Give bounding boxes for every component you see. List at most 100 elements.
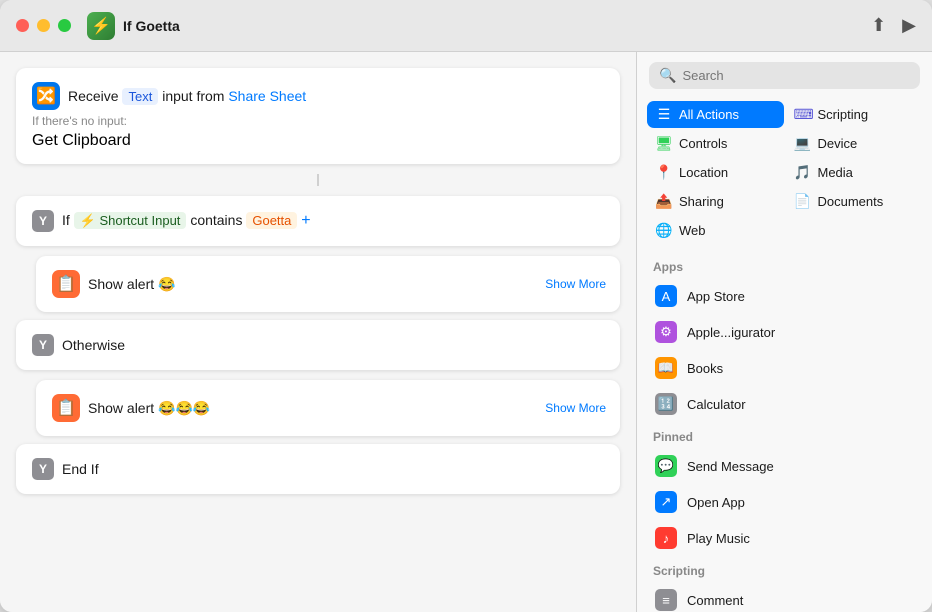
category-scripting[interactable]: ⌨ Scripting	[786, 101, 923, 128]
add-condition-button[interactable]: +	[301, 212, 310, 229]
sidebar-item-send-message[interactable]: 💬 Send Message	[645, 448, 924, 484]
search-bar: 🔍	[637, 52, 932, 97]
divider-1	[317, 174, 319, 186]
search-input[interactable]	[682, 68, 910, 83]
device-icon: 💻	[794, 135, 812, 152]
get-clipboard-link[interactable]: Get Clipboard	[32, 132, 131, 150]
close-button[interactable]	[16, 19, 29, 32]
end-if-icon: Y	[32, 458, 54, 480]
apps-section-label: Apps	[645, 252, 924, 278]
otherwise-icon: Y	[32, 334, 54, 356]
if-text: If ⚡ Shortcut Input contains Goetta +	[62, 212, 311, 230]
receive-card: 🔀 Receive Text input from Share Sheet If…	[16, 68, 620, 164]
category-documents[interactable]: 📄 Documents	[786, 188, 923, 215]
documents-label: Documents	[818, 194, 884, 209]
minimize-button[interactable]	[37, 19, 50, 32]
shortcut-input-badge[interactable]: ⚡ Shortcut Input	[74, 212, 187, 229]
calculator-icon: 🔢	[655, 393, 677, 415]
alert-2-icon: 📋	[52, 394, 80, 422]
maximize-button[interactable]	[58, 19, 71, 32]
if-icon: Y	[32, 210, 54, 232]
otherwise-card: Y Otherwise	[16, 320, 620, 370]
app-store-label: App Store	[687, 289, 745, 304]
apple-igurator-icon: ⚙	[655, 321, 677, 343]
books-icon: 📖	[655, 357, 677, 379]
run-button[interactable]: ▶	[902, 15, 916, 36]
app-icon: ⚡	[87, 12, 115, 40]
category-sharing[interactable]: 📤 Sharing	[647, 188, 784, 215]
search-input-wrap[interactable]: 🔍	[649, 62, 920, 89]
end-if-card: Y End If	[16, 444, 620, 494]
scripting-label: Scripting	[818, 107, 869, 122]
show-more-2-button[interactable]: Show More	[545, 401, 606, 415]
share-button[interactable]: ⬆	[871, 15, 886, 36]
receive-from: input from	[162, 88, 228, 104]
location-icon: 📍	[655, 164, 673, 181]
books-label: Books	[687, 361, 723, 376]
if-row: Y If ⚡ Shortcut Input contains Goetta +	[32, 210, 604, 232]
apple-igurator-label: Apple...igurator	[687, 325, 775, 340]
if-keyword: If	[62, 212, 74, 228]
web-icon: 🌐	[655, 222, 673, 239]
play-music-label: Play Music	[687, 531, 750, 546]
show-alert-1-card: 📋 Show alert 😂 Show More	[36, 256, 620, 312]
all-actions-icon: ☰	[655, 106, 673, 123]
category-controls[interactable]: 🖥 Controls	[647, 130, 784, 157]
sidebar-item-app-store[interactable]: A App Store	[645, 278, 924, 314]
sharing-label: Sharing	[679, 194, 724, 209]
calculator-label: Calculator	[687, 397, 746, 412]
category-media[interactable]: 🎵 Media	[786, 159, 923, 186]
sidebar-list: Apps A App Store ⚙ Apple...igurator 📖 Bo…	[637, 252, 932, 612]
alert-1-icon: 📋	[52, 270, 80, 298]
send-message-label: Send Message	[687, 459, 774, 474]
sidebar-item-calculator[interactable]: 🔢 Calculator	[645, 386, 924, 422]
if-card: Y If ⚡ Shortcut Input contains Goetta +	[16, 196, 620, 246]
category-device[interactable]: 💻 Device	[786, 130, 923, 157]
category-location[interactable]: 📍 Location	[647, 159, 784, 186]
sidebar: 🔍 ☰ All Actions ⌨ Scripting 🖥 Controls	[637, 52, 932, 612]
app-store-icon: A	[655, 285, 677, 307]
main-content: 🔀 Receive Text input from Share Sheet If…	[0, 52, 932, 612]
titlebar-actions: ⬆ ▶	[871, 15, 916, 36]
share-sheet-link[interactable]: Share Sheet	[228, 88, 306, 104]
scripting-section-label: Scripting	[645, 556, 924, 582]
media-icon: 🎵	[794, 164, 812, 181]
sharing-icon: 📤	[655, 193, 673, 210]
play-music-icon: ♪	[655, 527, 677, 549]
all-actions-label: All Actions	[679, 107, 739, 122]
device-label: Device	[818, 136, 858, 151]
sidebar-item-comment[interactable]: ≡ Comment	[645, 582, 924, 612]
end-if-text: End If	[62, 461, 99, 477]
web-label: Web	[679, 223, 706, 238]
workflow-panel: 🔀 Receive Text input from Share Sheet If…	[0, 52, 637, 612]
sidebar-item-open-app[interactable]: ↗ Open App	[645, 484, 924, 520]
controls-icon: 🖥	[655, 135, 673, 152]
category-all-actions[interactable]: ☰ All Actions	[647, 101, 784, 128]
category-grid: ☰ All Actions ⌨ Scripting 🖥 Controls 💻 D…	[637, 97, 932, 252]
sidebar-item-play-music[interactable]: ♪ Play Music	[645, 520, 924, 556]
sidebar-item-apple-igurator[interactable]: ⚙ Apple...igurator	[645, 314, 924, 350]
location-label: Location	[679, 165, 728, 180]
show-alert-2-card: 📋 Show alert 😂😂😂 Show More	[36, 380, 620, 436]
show-alert-2-row: 📋 Show alert 😂😂😂 Show More	[52, 394, 604, 422]
show-more-1-button[interactable]: Show More	[545, 277, 606, 291]
goetta-badge[interactable]: Goetta	[246, 212, 297, 229]
alert-1-text: Show alert 😂	[88, 276, 175, 293]
contains-label: contains	[190, 212, 246, 228]
titlebar: ⚡ If Goetta ⬆ ▶	[0, 0, 932, 52]
show-alert-1-row: 📋 Show alert 😂 Show More	[52, 270, 604, 298]
category-web[interactable]: 🌐 Web	[647, 217, 784, 244]
receive-icon: 🔀	[32, 82, 60, 110]
search-icon: 🔍	[659, 67, 676, 84]
end-if-row: Y End If	[32, 458, 604, 480]
sidebar-item-books[interactable]: 📖 Books	[645, 350, 924, 386]
no-input-label: If there's no input:	[32, 114, 604, 128]
otherwise-row: Y Otherwise	[32, 334, 604, 356]
receive-row: 🔀 Receive Text input from Share Sheet	[32, 82, 604, 110]
pinned-section-label: Pinned	[645, 422, 924, 448]
open-app-icon: ↗	[655, 491, 677, 513]
app-window: ⚡ If Goetta ⬆ ▶ 🔀 Receive Text input fro…	[0, 0, 932, 612]
comment-label: Comment	[687, 593, 743, 608]
comment-icon: ≡	[655, 589, 677, 611]
type-badge[interactable]: Text	[122, 88, 158, 105]
